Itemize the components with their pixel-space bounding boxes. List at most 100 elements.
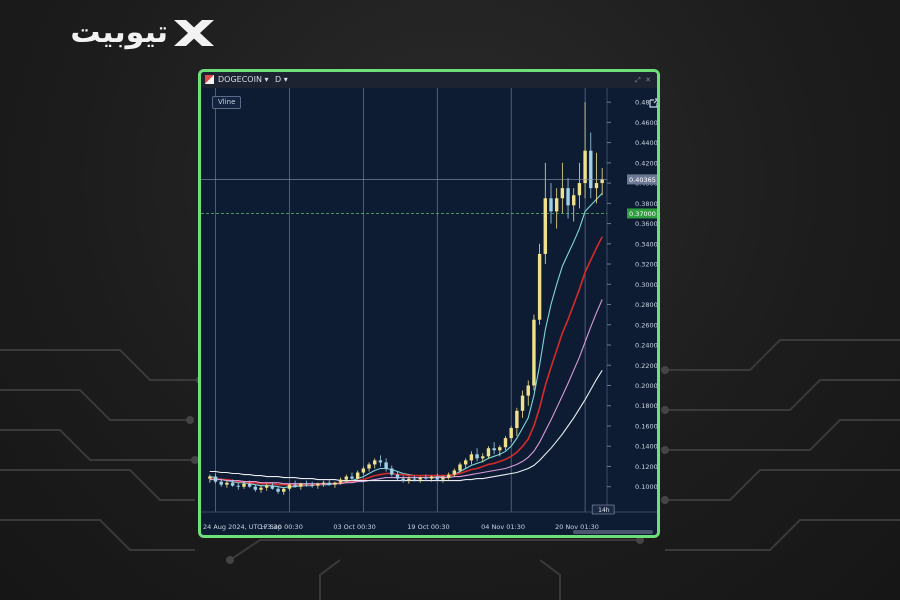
vline-button[interactable]: Vline (212, 96, 242, 109)
candlestick-chart[interactable]: 0.1000 0.1200 0.1400 0.1600 0.1800 0.2000 0.22… (201, 88, 657, 535)
y-tick-label: 0.2200 (635, 362, 657, 370)
candle-body (282, 488, 286, 492)
candle-body (435, 476, 439, 480)
candle-body (225, 482, 229, 485)
candle-body (594, 183, 599, 189)
candle-body (293, 484, 297, 487)
y-tick-label: 0.48 (635, 99, 649, 107)
y-tick-label: 0.3800 (635, 200, 657, 208)
y-tick-label: 0.1600 (635, 422, 657, 430)
window-controls[interactable]: ⤢ ✕ (635, 72, 651, 88)
candle-body (549, 198, 553, 212)
candle-body (208, 476, 212, 479)
y-tick-label: 0.2400 (635, 342, 657, 350)
candle-body (486, 448, 491, 457)
candle-body (247, 483, 252, 487)
candle-body (253, 486, 258, 490)
candle-body (418, 477, 422, 480)
y-tick-label: 0.1200 (635, 463, 657, 471)
candle-body (469, 454, 474, 461)
y-tick-label: 0.1800 (635, 402, 657, 410)
y-tick-label: 0.4200 (635, 159, 657, 167)
candle-body (367, 464, 371, 469)
candle-body (264, 485, 269, 488)
candle-body (475, 454, 479, 459)
external-link-icon[interactable] (649, 98, 659, 108)
chart-title-bar: DOGECOIN ▾ D ▾ ⤢ ✕ (201, 72, 657, 89)
candle-body (503, 438, 508, 448)
candle-body (355, 472, 360, 479)
x-tick-label: 04 Nov 01:30 (481, 523, 525, 531)
candle-body (230, 482, 235, 486)
y-tick-label: 0.1000 (635, 483, 657, 491)
candle-body (276, 488, 280, 492)
candle-body (481, 456, 485, 459)
candle-body (219, 481, 223, 485)
candle-body (395, 474, 400, 479)
brand-logo-text: تیوبیت (70, 15, 168, 50)
y-tick-label: 0.3200 (635, 261, 657, 269)
candle-body (452, 470, 457, 475)
candle-body (236, 485, 240, 487)
horizontal-scrollbar[interactable] (573, 530, 653, 534)
candle-body (572, 195, 576, 206)
candle-body (537, 253, 542, 320)
x-tick-label: 03 Oct 00:30 (333, 523, 375, 531)
candle-body (446, 474, 451, 478)
candle-body (333, 482, 337, 485)
candle-body (338, 479, 343, 483)
candle-body (429, 476, 434, 479)
candle-body (327, 482, 331, 485)
y-tick-label: 0.4400 (635, 139, 657, 147)
symbol-flag-icon (205, 75, 214, 84)
timeframe-selector[interactable]: D ▾ (275, 72, 288, 88)
symbol-selector[interactable]: DOGECOIN ▾ (218, 72, 269, 88)
candle-body (310, 484, 314, 486)
candle-body (532, 319, 536, 386)
candle-body (390, 468, 394, 475)
candle-body (378, 460, 383, 463)
timeframe-label: D (275, 75, 282, 84)
y-tick-label: 0.1400 (635, 443, 657, 451)
candle-body (401, 478, 405, 481)
candle-body (299, 483, 303, 487)
candle-body (242, 483, 246, 487)
candle-body (259, 487, 263, 490)
brand-logo: تیوبیت (18, 14, 218, 52)
candle-body (287, 484, 292, 489)
x-tick-label: 19 Oct 00:30 (407, 523, 449, 531)
candle-body (384, 462, 388, 469)
horizontal-price-label: 0.37000 (629, 210, 656, 218)
candle-body (583, 150, 587, 184)
candle-body (344, 476, 349, 480)
y-tick-label: 0.3000 (635, 281, 657, 289)
candle-body (316, 483, 320, 486)
y-tick-label: 0.3400 (635, 240, 657, 248)
candle-body (441, 477, 445, 480)
chart-window: DOGECOIN ▾ D ▾ ⤢ ✕ 0.1000 0.1200 0.1400 0.1… (198, 69, 660, 538)
candle-body (304, 483, 309, 485)
candle-body (407, 478, 411, 481)
candle-body (270, 485, 275, 489)
plot-background (201, 88, 657, 535)
candle-body (509, 428, 513, 439)
symbol-name: DOGECOIN (218, 75, 262, 84)
candle-body (526, 385, 530, 396)
current-price-label: 0.40365 (629, 176, 656, 184)
candle-body (463, 460, 468, 465)
x-tick-label: 20 Nov 01:30 (555, 523, 599, 531)
candle-body (213, 476, 218, 482)
candle-body (560, 188, 565, 199)
brand-x-icon (174, 20, 214, 46)
candle-body (321, 482, 326, 484)
candle-body (520, 395, 525, 411)
candle-body (492, 448, 496, 451)
y-tick-label: 0.4600 (635, 119, 657, 127)
candle-body (589, 150, 593, 189)
y-tick-label: 0.2000 (635, 382, 657, 390)
candle-body (515, 410, 519, 428)
y-tick-label: 0.2600 (635, 321, 657, 329)
candle-body (458, 464, 462, 471)
candle-body (373, 460, 377, 465)
candle-body (566, 188, 570, 206)
